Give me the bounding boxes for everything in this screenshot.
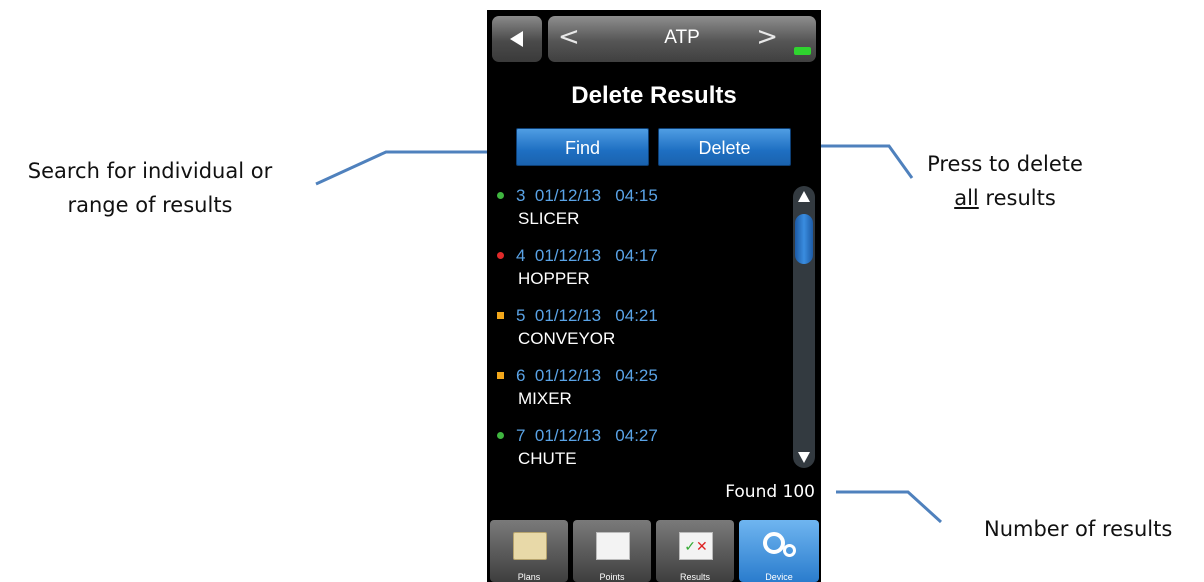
result-header: 5 01/12/13 04:21 — [516, 306, 658, 326]
annotation-search: Search for individual or range of result… — [0, 154, 300, 222]
result-number: 3 — [516, 186, 526, 205]
tab-results[interactable]: ✓✕ Results — [656, 520, 734, 582]
annotation-search-line1: Search for individual or — [27, 159, 273, 183]
results-scrollbar[interactable] — [793, 186, 815, 468]
result-name: SLICER — [518, 209, 580, 228]
result-time: 04:17 — [615, 246, 658, 265]
tab-points-label: Points — [599, 572, 625, 582]
tab-results-label: Results — [679, 572, 710, 582]
bottom-tab-bar: Plans Points ✓✕ Results Device — [487, 520, 821, 582]
scroll-thumb[interactable] — [795, 214, 813, 264]
result-row[interactable]: 6 01/12/13 04:25 MIXER — [487, 362, 787, 422]
tab-plans-label: Plans — [517, 572, 541, 582]
annotation-search-line2: range of results — [67, 193, 233, 217]
leader-line-count — [836, 490, 943, 524]
result-header: 3 01/12/13 04:15 — [516, 186, 658, 206]
device-screen: < ATP > Delete Results Find Delete 3 01/… — [487, 10, 821, 582]
tab-device-label: Device — [765, 572, 793, 582]
result-name: CHUTE — [518, 449, 577, 468]
scroll-down-icon[interactable] — [798, 452, 810, 463]
annotation-delete: Press to delete all results — [905, 147, 1105, 215]
result-date: 01/12/13 — [534, 306, 602, 325]
annotation-delete-rest: results — [978, 186, 1056, 210]
tab-points[interactable]: Points — [573, 520, 651, 582]
result-date: 01/12/13 — [534, 366, 602, 385]
result-name: HOPPER — [518, 269, 590, 288]
result-number: 7 — [516, 426, 526, 445]
pages-icon — [596, 532, 630, 560]
status-dot-icon — [497, 252, 504, 259]
result-time: 04:27 — [615, 426, 658, 445]
find-button[interactable]: Find — [516, 128, 649, 166]
result-name: MIXER — [518, 389, 572, 408]
tab-device[interactable]: Device — [739, 520, 819, 582]
result-row[interactable]: 7 01/12/13 04:27 CHUTE — [487, 422, 787, 482]
result-header: 7 01/12/13 04:27 — [516, 426, 658, 446]
result-number: 4 — [516, 246, 526, 265]
battery-icon — [794, 47, 811, 55]
top-bar: < ATP > — [487, 10, 821, 66]
result-date: 01/12/13 — [534, 426, 602, 445]
page-title: Delete Results — [571, 82, 737, 109]
tab-plans[interactable]: Plans — [490, 520, 568, 582]
leader-line-delete — [806, 144, 914, 179]
results-list: 3 01/12/13 04:15 SLICER 4 01/12/13 04:17… — [487, 182, 787, 482]
annotation-delete-line2: all results — [905, 181, 1105, 215]
small-gear-icon — [783, 544, 796, 557]
back-arrow-icon — [510, 31, 523, 47]
result-header: 6 01/12/13 04:25 — [516, 366, 658, 386]
back-button[interactable] — [492, 16, 542, 62]
delete-button[interactable]: Delete — [658, 128, 791, 166]
annotation-delete-line1: Press to delete — [927, 152, 1083, 176]
result-header: 4 01/12/13 04:17 — [516, 246, 658, 266]
status-dot-icon — [497, 192, 504, 199]
found-count: Found 100 — [725, 482, 815, 502]
result-time: 04:15 — [615, 186, 658, 205]
result-time: 04:25 — [615, 366, 658, 385]
scroll-up-icon[interactable] — [798, 191, 810, 202]
folder-icon — [513, 532, 547, 560]
screen-selector: < ATP > — [548, 16, 816, 62]
annotation-delete-emphasis: all — [954, 186, 979, 210]
result-date: 01/12/13 — [534, 186, 602, 205]
result-date: 01/12/13 — [534, 246, 602, 265]
result-row[interactable]: 5 01/12/13 04:21 CONVEYOR — [487, 302, 787, 362]
leader-line-find — [315, 150, 510, 186]
result-number: 5 — [516, 306, 526, 325]
result-row[interactable]: 3 01/12/13 04:15 SLICER — [487, 182, 787, 242]
results-checklist-icon: ✓✕ — [679, 532, 713, 560]
status-square-icon — [497, 372, 504, 379]
result-name: CONVEYOR — [518, 329, 616, 348]
status-square-icon — [497, 312, 504, 319]
next-screen-icon[interactable]: > — [756, 22, 778, 52]
result-number: 6 — [516, 366, 526, 385]
annotation-count: Number of results — [984, 517, 1173, 541]
status-dot-icon — [497, 432, 504, 439]
gear-icon — [763, 532, 785, 554]
result-row[interactable]: 4 01/12/13 04:17 HOPPER — [487, 242, 787, 302]
result-time: 04:21 — [615, 306, 658, 325]
